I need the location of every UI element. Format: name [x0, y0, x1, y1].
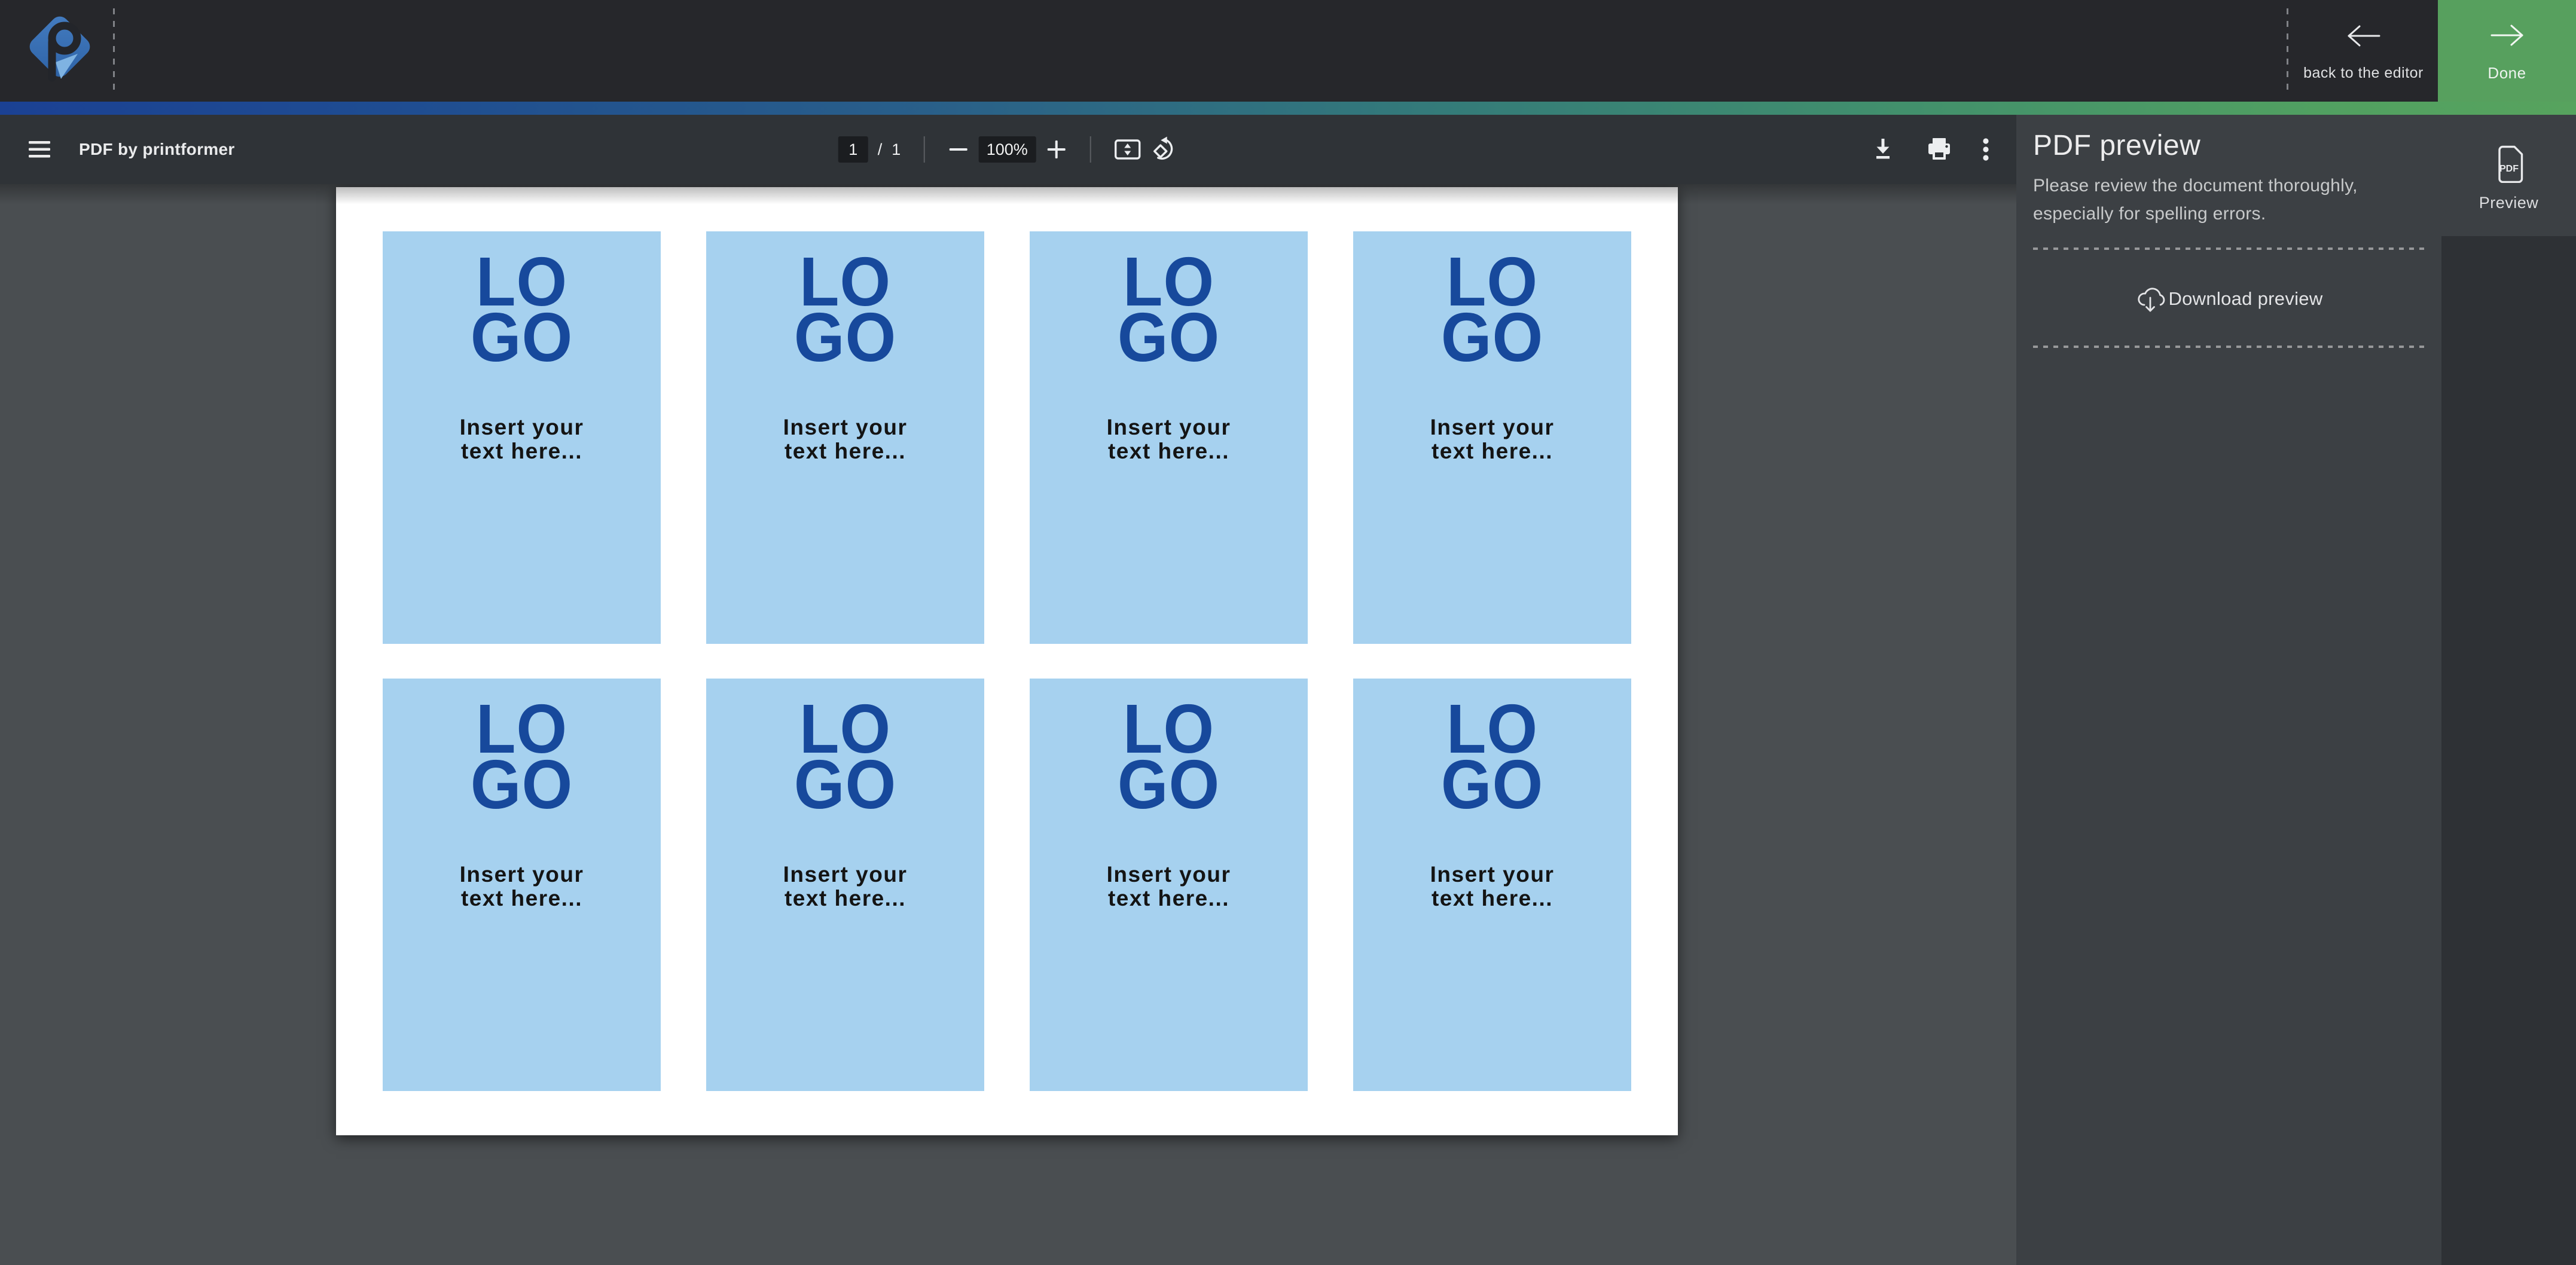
business-card: LOGO Insert yourtext here...	[383, 231, 661, 644]
top-header-bar: back to the editor Done	[0, 0, 2576, 102]
card-placeholder-text: Insert yourtext here...	[706, 863, 984, 910]
tab-preview[interactable]: PDF Preview	[2441, 115, 2576, 236]
card-logo-text: LOGO	[1362, 254, 1623, 365]
back-to-editor-label: back to the editor	[2303, 65, 2424, 82]
card-placeholder-text: Insert yourtext here...	[1353, 863, 1631, 910]
card-placeholder-text: Insert yourtext here...	[1353, 415, 1631, 463]
done-button[interactable]: Done	[2438, 0, 2576, 102]
download-icon[interactable]	[1869, 136, 1897, 163]
card-grid: LOGO Insert yourtext here... LOGO Insert…	[383, 231, 1631, 1091]
header-divider	[2287, 8, 2288, 93]
card-placeholder-text: Insert yourtext here...	[383, 863, 661, 910]
business-card: LOGO Insert yourtext here...	[383, 679, 661, 1091]
card-placeholder-text: Insert yourtext here...	[1030, 415, 1308, 463]
right-tab-strip: PDF Preview	[2441, 115, 2576, 1265]
fit-page-icon[interactable]	[1113, 139, 1141, 160]
business-card: LOGO Insert yourtext here...	[1030, 231, 1308, 644]
toolbar-separator	[923, 136, 924, 163]
header-divider	[113, 8, 115, 93]
business-card: LOGO Insert yourtext here...	[1030, 679, 1308, 1091]
pdf-file-icon: PDF	[2494, 145, 2524, 183]
zoom-out-icon[interactable]	[947, 139, 969, 160]
business-card: LOGO Insert yourtext here...	[1353, 679, 1631, 1091]
card-logo-text: LOGO	[715, 254, 976, 365]
kebab-menu-icon[interactable]	[1982, 136, 1990, 163]
hamburger-menu-icon[interactable]	[28, 140, 51, 159]
cloud-download-icon	[2135, 283, 2166, 314]
back-to-editor-button[interactable]: back to the editor	[2289, 0, 2438, 102]
card-logo-text: LOGO	[1038, 701, 1299, 812]
business-card: LOGO Insert yourtext here...	[706, 231, 984, 644]
card-logo-text: LOGO	[391, 254, 652, 365]
card-placeholder-text: Insert yourtext here...	[1030, 863, 1308, 910]
done-label: Done	[2488, 64, 2526, 82]
back-arrow-icon	[2345, 23, 2382, 49]
card-logo-text: LOGO	[715, 701, 976, 812]
card-logo-text: LOGO	[1362, 701, 1623, 812]
card-placeholder-text: Insert yourtext here...	[383, 415, 661, 463]
card-placeholder-text: Insert yourtext here...	[706, 415, 984, 463]
page-number-input[interactable]: 1	[838, 136, 868, 163]
card-logo-text: LOGO	[1038, 254, 1299, 365]
dotted-divider	[2033, 346, 2425, 348]
toolbar-separator	[1089, 136, 1091, 163]
business-card: LOGO Insert yourtext here...	[1353, 231, 1631, 644]
rotate-icon[interactable]	[1150, 136, 1178, 163]
progress-gradient-bar	[0, 102, 2576, 115]
zoom-in-icon[interactable]	[1045, 139, 1067, 160]
tab-preview-label: Preview	[2479, 194, 2539, 212]
download-preview-label: Download preview	[2168, 288, 2322, 310]
svg-text:PDF: PDF	[2499, 164, 2519, 174]
business-card: LOGO Insert yourtext here...	[706, 679, 984, 1091]
printformer-logo-icon[interactable]	[23, 11, 97, 92]
page-divider: /	[878, 140, 883, 159]
print-icon[interactable]	[1925, 136, 1953, 163]
dotted-divider	[2033, 248, 2425, 250]
done-arrow-icon	[2489, 22, 2526, 48]
download-preview-button[interactable]: Download preview	[2016, 275, 2441, 323]
pdf-page: LOGO Insert yourtext here... LOGO Insert…	[336, 187, 1678, 1135]
card-logo-text: LOGO	[391, 701, 652, 812]
panel-subtitle: Please review the document thoroughly, e…	[2033, 172, 2404, 228]
page-total: 1	[892, 140, 901, 159]
pdf-preview-panel: PDF preview Please review the document t…	[2016, 115, 2441, 1265]
zoom-level-input[interactable]: 100%	[978, 136, 1036, 163]
pdf-title: PDF by printformer	[79, 140, 235, 159]
pdf-viewer-toolbar: PDF by printformer 1 / 1 100%	[0, 115, 2016, 184]
pdf-viewer-canvas[interactable]: LOGO Insert yourtext here... LOGO Insert…	[0, 184, 2016, 1265]
panel-title: PDF preview	[2033, 129, 2200, 162]
app-root: back to the editor Done PDF by printform…	[0, 0, 2576, 1265]
